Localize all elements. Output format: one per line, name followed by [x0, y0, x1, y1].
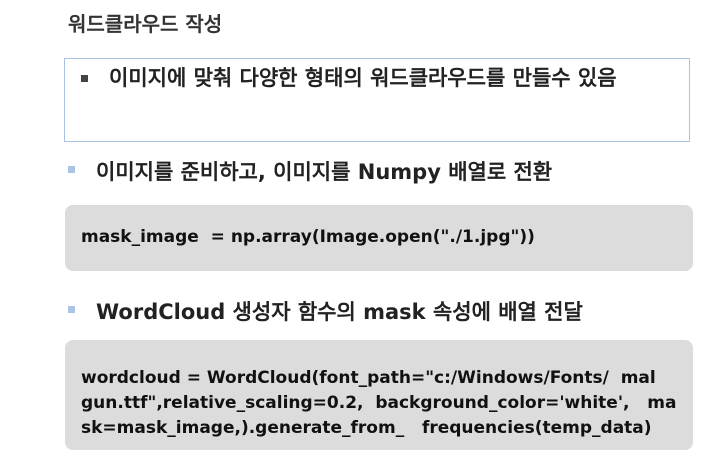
code-block-1: mask_image = np.array(Image.open("./1.jp…	[65, 205, 693, 271]
highlight-text: 이미지에 맞춰 다양한 형태의 워드클라우드를 만들수 있음	[109, 66, 617, 90]
step-text-2: WordCloud 생성자 함수의 mask 속성에 배열 전달	[96, 300, 583, 324]
bullet-square-icon	[68, 166, 75, 173]
code-line: gun.ttf",relative_scaling=0.2, backgroun…	[81, 393, 677, 413]
bullet-square-icon	[68, 306, 75, 313]
step-text-1: 이미지를 준비하고, 이미지를 Numpy 배열로 전환	[96, 160, 553, 184]
code-line: mask_image = np.array(Image.open("./1.jp…	[81, 227, 535, 247]
code-line: sk=mask_image,).generate_from_ frequenci…	[81, 418, 652, 438]
bullet-icon	[81, 75, 88, 82]
page-title: 워드클라우드 작성	[68, 12, 223, 36]
code-line: wordcloud = WordCloud(font_path="c:/Wind…	[81, 368, 656, 388]
highlight-box: 이미지에 맞춰 다양한 형태의 워드클라우드를 만들수 있음	[64, 58, 690, 142]
code-block-2: wordcloud = WordCloud(font_path="c:/Wind…	[65, 340, 693, 450]
